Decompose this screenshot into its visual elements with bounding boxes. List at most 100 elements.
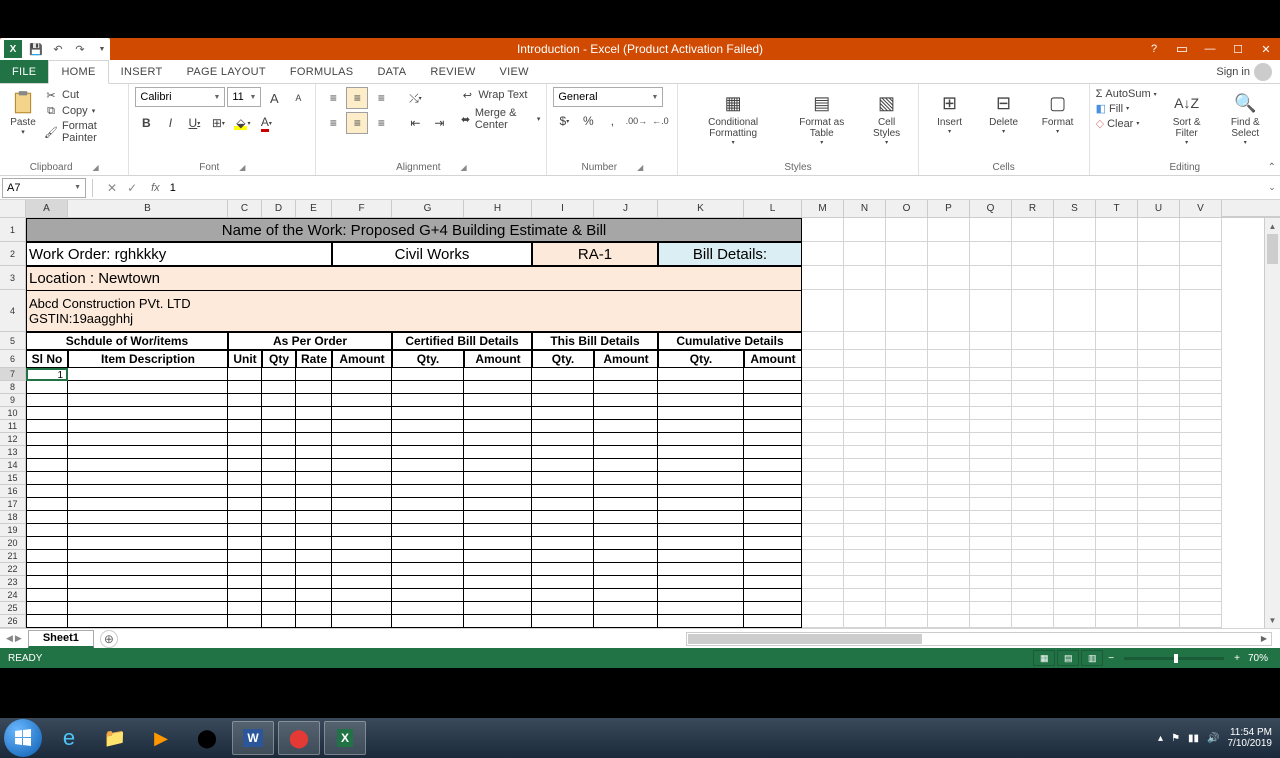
cell-r15-c5[interactable] bbox=[332, 472, 392, 485]
hdr-schedule[interactable]: Schdule of Wor/items bbox=[26, 332, 228, 350]
cell-r13-c7[interactable] bbox=[464, 446, 532, 459]
vscroll-thumb[interactable] bbox=[1267, 234, 1278, 264]
wrap-text-button[interactable]: ↩Wrap Text bbox=[460, 87, 540, 103]
cell-r21-c9[interactable] bbox=[594, 550, 658, 563]
col-header-p[interactable]: P bbox=[928, 200, 970, 217]
row-header-16[interactable]: 16 bbox=[0, 485, 26, 498]
cell-r11-c10[interactable] bbox=[658, 420, 744, 433]
cell-r25-c0[interactable] bbox=[26, 602, 68, 615]
cell-r10-c9[interactable] bbox=[594, 407, 658, 420]
cell-r26-c4[interactable] bbox=[296, 615, 332, 628]
cell-r8-c4[interactable] bbox=[296, 381, 332, 394]
cell-r12-c6[interactable] bbox=[392, 433, 464, 446]
hdr-cert-qty[interactable]: Qty. bbox=[392, 350, 464, 368]
cell-r15-c1[interactable] bbox=[68, 472, 228, 485]
cell-r9-c9[interactable] bbox=[594, 394, 658, 407]
cell-r14-c5[interactable] bbox=[332, 459, 392, 472]
tab-file[interactable]: FILE bbox=[0, 60, 48, 83]
cell-r11-c9[interactable] bbox=[594, 420, 658, 433]
taskbar-ie[interactable]: e bbox=[48, 721, 90, 755]
col-header-m[interactable]: M bbox=[802, 200, 844, 217]
cell-r21-c10[interactable] bbox=[658, 550, 744, 563]
cell-r13-c3[interactable] bbox=[262, 446, 296, 459]
cell-r13-c11[interactable] bbox=[744, 446, 802, 459]
align-bottom-icon[interactable]: ≡ bbox=[370, 87, 392, 109]
row-header-19[interactable]: 19 bbox=[0, 524, 26, 537]
cell-r15-c6[interactable] bbox=[392, 472, 464, 485]
col-header-l[interactable]: L bbox=[744, 200, 802, 217]
row-header-17[interactable]: 17 bbox=[0, 498, 26, 511]
cell-r22-c3[interactable] bbox=[262, 563, 296, 576]
cell-r24-c3[interactable] bbox=[262, 589, 296, 602]
cell-r17-c4[interactable] bbox=[296, 498, 332, 511]
autosum-button[interactable]: ΣAutoSum▾ bbox=[1096, 87, 1157, 101]
cell-r19-c8[interactable] bbox=[532, 524, 594, 537]
cell-r20-c11[interactable] bbox=[744, 537, 802, 550]
cell-r26-c3[interactable] bbox=[262, 615, 296, 628]
col-header-c[interactable]: C bbox=[228, 200, 262, 217]
format-as-table-button[interactable]: ▤Format as Table▾ bbox=[786, 87, 858, 148]
cell-r9-c8[interactable] bbox=[532, 394, 594, 407]
hdr-per-order[interactable]: As Per Order bbox=[228, 332, 392, 350]
cell-r7-c7[interactable] bbox=[464, 368, 532, 381]
row-header-20[interactable]: 20 bbox=[0, 537, 26, 550]
row-header-7[interactable]: 7 bbox=[0, 368, 26, 381]
cell-r12-c0[interactable] bbox=[26, 433, 68, 446]
cell-r12-c9[interactable] bbox=[594, 433, 658, 446]
formula-input[interactable]: 1 bbox=[164, 182, 1264, 194]
cell-r19-c1[interactable] bbox=[68, 524, 228, 537]
cell-r18-c8[interactable] bbox=[532, 511, 594, 524]
format-painter-button[interactable]: 🖌Format Painter bbox=[44, 119, 122, 145]
cell-ra[interactable]: RA-1 bbox=[532, 242, 658, 266]
cell-r20-c7[interactable] bbox=[464, 537, 532, 550]
view-pagebreak-icon[interactable]: ▥ bbox=[1081, 650, 1103, 666]
cell-r23-c8[interactable] bbox=[532, 576, 594, 589]
cell-r19-c11[interactable] bbox=[744, 524, 802, 537]
cell-r8-c5[interactable] bbox=[332, 381, 392, 394]
cell-r9-c6[interactable] bbox=[392, 394, 464, 407]
percent-icon[interactable]: % bbox=[577, 110, 599, 132]
italic-button[interactable]: I bbox=[159, 112, 181, 134]
cell-r24-c0[interactable] bbox=[26, 589, 68, 602]
cell-r14-c3[interactable] bbox=[262, 459, 296, 472]
cell-r21-c4[interactable] bbox=[296, 550, 332, 563]
zoom-slider[interactable] bbox=[1124, 657, 1224, 660]
cell-r26-c1[interactable] bbox=[68, 615, 228, 628]
cell-r19-c5[interactable] bbox=[332, 524, 392, 537]
cell-r14-c6[interactable] bbox=[392, 459, 464, 472]
cell-r12-c3[interactable] bbox=[262, 433, 296, 446]
delete-cells-button[interactable]: ⊟Delete▾ bbox=[979, 87, 1029, 137]
cell-r26-c0[interactable] bbox=[26, 615, 68, 628]
cell-r10-c6[interactable] bbox=[392, 407, 464, 420]
cell-r10-c3[interactable] bbox=[262, 407, 296, 420]
cell-r11-c0[interactable] bbox=[26, 420, 68, 433]
enter-formula-icon[interactable]: ✓ bbox=[123, 181, 141, 195]
col-header-v[interactable]: V bbox=[1180, 200, 1222, 217]
col-header-o[interactable]: O bbox=[886, 200, 928, 217]
cell-r7-c2[interactable] bbox=[228, 368, 262, 381]
cell-r22-c11[interactable] bbox=[744, 563, 802, 576]
start-button[interactable] bbox=[4, 719, 42, 757]
cell-r26-c5[interactable] bbox=[332, 615, 392, 628]
col-header-a[interactable]: A bbox=[26, 200, 68, 217]
row-header-26[interactable]: 26 bbox=[0, 615, 26, 628]
cell-r18-c10[interactable] bbox=[658, 511, 744, 524]
select-all-corner[interactable] bbox=[0, 200, 26, 217]
cell-r26-c10[interactable] bbox=[658, 615, 744, 628]
cell-r11-c7[interactable] bbox=[464, 420, 532, 433]
cell-r13-c5[interactable] bbox=[332, 446, 392, 459]
cell-r23-c7[interactable] bbox=[464, 576, 532, 589]
col-header-u[interactable]: U bbox=[1138, 200, 1180, 217]
cell-r24-c9[interactable] bbox=[594, 589, 658, 602]
cell-r10-c5[interactable] bbox=[332, 407, 392, 420]
cell-r13-c9[interactable] bbox=[594, 446, 658, 459]
cell-r21-c8[interactable] bbox=[532, 550, 594, 563]
cell-r21-c7[interactable] bbox=[464, 550, 532, 563]
hdr-this-amt[interactable]: Amount bbox=[594, 350, 658, 368]
cell-r24-c10[interactable] bbox=[658, 589, 744, 602]
cell-r9-c1[interactable] bbox=[68, 394, 228, 407]
borders-button[interactable]: ⊞▾ bbox=[207, 112, 229, 134]
cell-r22-c4[interactable] bbox=[296, 563, 332, 576]
cell-r23-c6[interactable] bbox=[392, 576, 464, 589]
cell-r24-c7[interactable] bbox=[464, 589, 532, 602]
